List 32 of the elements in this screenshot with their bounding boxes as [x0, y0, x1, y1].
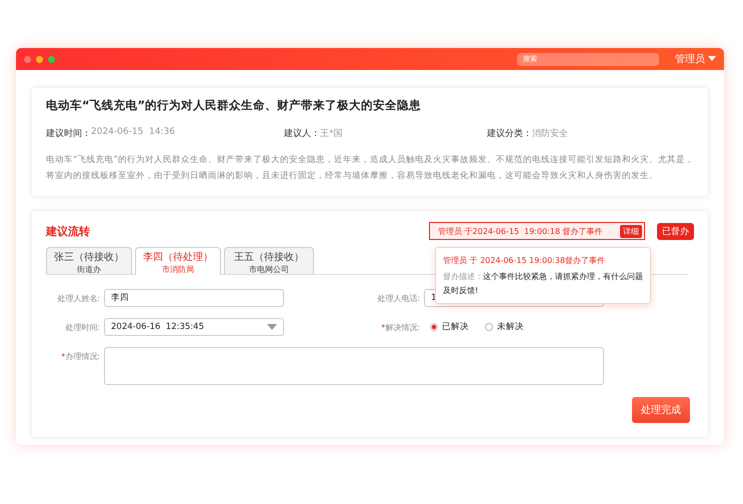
form-label: 处理人电话: — [376, 292, 420, 304]
detail-textarea[interactable] — [104, 347, 604, 385]
form-label: 处理人姓名: — [56, 292, 100, 304]
section-title: 建议流转 — [46, 224, 90, 238]
meta-label: 建议时间： — [46, 128, 91, 140]
close-icon[interactable] — [24, 56, 31, 62]
form-label: *解决情况: — [380, 322, 420, 332]
handler-tab[interactable]: 王五（待接收） 市电网公司 — [224, 247, 314, 274]
popover-title: 管理员 于 2024-06-15 19:00:38督办了事件 — [443, 255, 606, 266]
radio-option[interactable]: 已解决 — [430, 321, 469, 333]
meta-label: 建议人： — [284, 128, 320, 140]
status-badge: 已督办 — [657, 222, 694, 240]
form-label: 处理时间: — [64, 322, 100, 332]
form-label: *办理情况: — [60, 351, 100, 362]
time-select[interactable]: 2024-06-16 12:35:45 — [104, 318, 284, 336]
popover-description: 督办描述：这个事件比较紧急，请抓紧办理，有什么问题及时反馈! — [443, 271, 643, 297]
radio-option[interactable]: 未解决 — [485, 321, 524, 333]
handler-tab[interactable]: 张三（待接收） 街道办 — [46, 247, 132, 274]
suggestion-description: 电动车“飞线充电”的行为对人民群众生命、财产带来了极大的安全隐患，近年来，造成人员触电及火灾事故频发。不规范的电线连接可能引发短路和火灾。尤其是，将室内的接线板移至室外，由于受到日晒雨淋的影响，且未进行固定，经常与墙体摩擦，容易导致电线老化和漏电，这可能会导致火灾和人身伤害的发生。 — [46, 154, 694, 183]
meta-value: 消防安全 — [532, 128, 568, 140]
handler-tab[interactable]: 李四（待处理） 市消防局 — [135, 247, 221, 275]
meta-label: 建议分类： — [487, 128, 532, 140]
name-field[interactable]: 李四 — [104, 289, 284, 307]
caret-icon — [708, 56, 716, 62]
suggestion-title: 电动车“飞线充电”的行为对人民群众生命、财产带来了极大的安全隐患 — [46, 98, 422, 113]
maximize-icon[interactable] — [48, 56, 55, 62]
detail-button[interactable]: 详细 — [620, 224, 642, 238]
meta-value: 2024-06-15 14:36 — [91, 127, 175, 139]
dropdown-caret-icon — [267, 324, 277, 330]
meta-value: 王*国 — [320, 128, 342, 140]
minimize-icon[interactable] — [36, 56, 43, 62]
notice-text: 管理员 于2024-06-15 19:00:18 督办了事件 — [438, 226, 603, 236]
